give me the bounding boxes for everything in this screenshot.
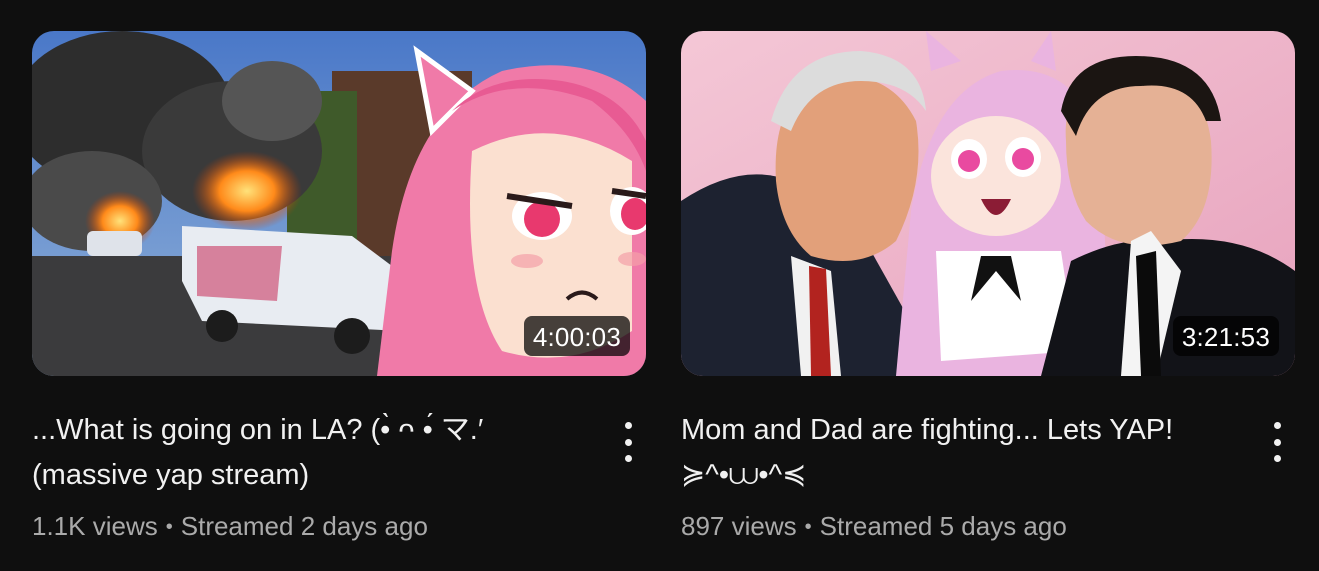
video-title-line: (massive yap stream)	[32, 459, 310, 491]
video-duration-badge: 4:00:03	[523, 316, 630, 356]
separator: •	[165, 516, 173, 538]
separator: •	[804, 516, 812, 538]
video-details: ...What is going on in LA? (•̀ ᴖ •́ マ.′ …	[32, 408, 646, 542]
video-duration-badge: 3:21:53	[1172, 316, 1279, 356]
video-details: Mom and Dad are fighting... Lets YAP! ≽^…	[681, 408, 1295, 542]
video-title-line: Mom and Dad are fighting... Lets YAP!	[681, 414, 1174, 446]
view-count: 1.1K views	[32, 511, 158, 541]
video-stats: 897 views • Streamed 5 days ago	[681, 511, 1225, 542]
video-card[interactable]: 3:21:53 Mom and Dad are fighting... Lets…	[681, 31, 1295, 542]
video-stats: 1.1K views • Streamed 2 days ago	[32, 511, 576, 542]
video-thumbnail[interactable]: 3:21:53	[681, 31, 1295, 376]
video-card[interactable]: 4:00:03 ...What is going on in LA? (•̀ ᴖ…	[32, 31, 646, 542]
video-title[interactable]: ...What is going on in LA? (•̀ ᴖ •́ マ.′ …	[32, 408, 576, 498]
stream-age: Streamed 5 days ago	[819, 511, 1067, 541]
view-count: 897 views	[681, 511, 797, 541]
video-title-line: ...What is going on in LA? (•̀ ᴖ •́ マ.′	[32, 414, 484, 446]
video-title-line: ≽^•⩊•^≼	[681, 459, 807, 491]
video-thumbnail[interactable]: 4:00:03	[32, 31, 646, 376]
stream-age: Streamed 2 days ago	[180, 511, 428, 541]
video-title[interactable]: Mom and Dad are fighting... Lets YAP! ≽^…	[681, 408, 1225, 498]
more-vert-icon[interactable]	[1269, 422, 1285, 462]
more-vert-icon[interactable]	[620, 422, 636, 462]
